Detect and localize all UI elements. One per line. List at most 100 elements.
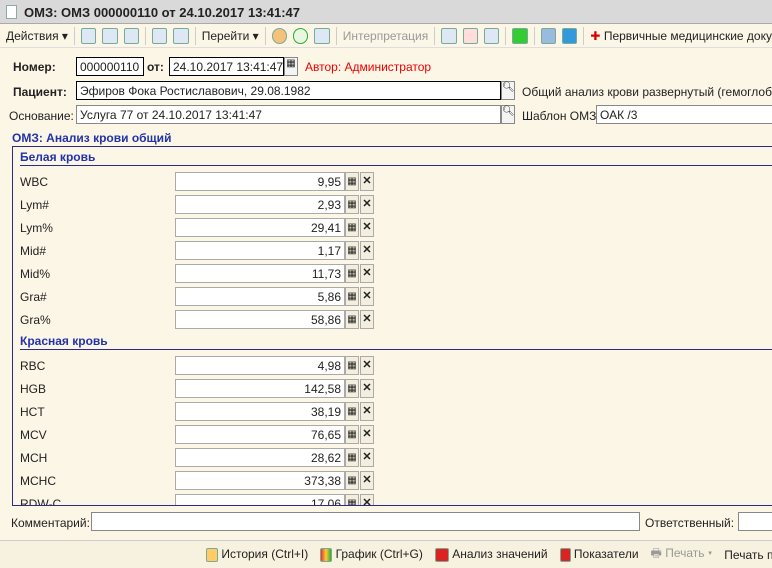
calculator-icon[interactable]: ▦ bbox=[345, 425, 359, 444]
search-icon[interactable]: 🔍︎ bbox=[501, 81, 515, 100]
history-button[interactable]: История (Ctrl+I) bbox=[206, 547, 308, 562]
value-field[interactable]: 1,17 bbox=[175, 241, 345, 260]
value-field[interactable]: 9,95 bbox=[175, 172, 345, 191]
post-icon[interactable] bbox=[152, 28, 167, 44]
window-title: ОМЗ: ОМЗ 000000110 от 24.10.2017 13:41:4… bbox=[0, 0, 772, 24]
clear-icon[interactable]: ✕ bbox=[360, 425, 374, 444]
value-field[interactable]: 2,93 bbox=[175, 195, 345, 214]
section-title: ОМЗ: Анализ крови общий bbox=[12, 131, 171, 145]
calculator-icon[interactable]: ▦ bbox=[345, 287, 359, 306]
value-field[interactable]: 5,86 bbox=[175, 287, 345, 306]
indicator-name: MCHC bbox=[20, 474, 56, 488]
clear-icon[interactable]: ✕ bbox=[360, 448, 374, 467]
back-icon[interactable] bbox=[81, 28, 96, 44]
calculator-icon[interactable]: ▦ bbox=[345, 172, 359, 191]
number-field[interactable]: 000000110 bbox=[76, 57, 144, 76]
refresh-icon[interactable] bbox=[102, 28, 117, 44]
result-row: Mid# 1,17▦✕ bbox=[13, 241, 772, 261]
clear-icon[interactable]: ✕ bbox=[360, 494, 374, 506]
responsible-field[interactable] bbox=[738, 512, 772, 531]
actions-menu[interactable]: Действия ▾ bbox=[6, 29, 68, 43]
value-field[interactable]: 17,06 bbox=[175, 494, 345, 506]
patient-field[interactable]: Эфиров Фока Ростиславович, 29.08.1982 bbox=[76, 81, 501, 100]
document-icon bbox=[6, 5, 17, 19]
goto-menu[interactable]: Перейти ▾ bbox=[202, 29, 259, 43]
value-field[interactable]: 38,19 bbox=[175, 402, 345, 421]
value-field[interactable]: 373,38 bbox=[175, 471, 345, 490]
indicator-name: Mid# bbox=[20, 244, 46, 258]
print-default-button[interactable]: Печать по ум bbox=[724, 548, 772, 562]
calculator-icon[interactable]: ▦ bbox=[345, 218, 359, 237]
grid-icon[interactable] bbox=[541, 28, 556, 44]
calculator-icon[interactable]: ▦ bbox=[345, 448, 359, 467]
separator bbox=[583, 27, 584, 45]
result-row: Lym% 29,41▦✕ bbox=[13, 218, 772, 238]
hourglass-icon[interactable] bbox=[512, 28, 527, 44]
calculator-icon[interactable]: ▦ bbox=[345, 471, 359, 490]
indicator-name: Lym% bbox=[20, 221, 53, 235]
interpretation-button[interactable]: Интерпретация bbox=[343, 29, 429, 43]
add-row-icon[interactable] bbox=[463, 28, 478, 44]
chart-label: График (Ctrl+G) bbox=[336, 547, 423, 561]
save-icon[interactable] bbox=[314, 28, 329, 44]
help-icon[interactable] bbox=[272, 28, 287, 44]
pointer-icon[interactable] bbox=[441, 28, 456, 44]
clear-icon[interactable]: ✕ bbox=[360, 218, 374, 237]
calculator-icon[interactable]: ▦ bbox=[345, 356, 359, 375]
copy-icon[interactable] bbox=[124, 28, 139, 44]
list-icon[interactable] bbox=[484, 28, 499, 44]
calculator-icon[interactable]: ▦ bbox=[345, 264, 359, 283]
analysis-button[interactable]: Анализ значений bbox=[435, 547, 548, 562]
date-field[interactable]: 24.10.2017 13:41:47 bbox=[169, 57, 284, 76]
clear-icon[interactable]: ✕ bbox=[360, 356, 374, 375]
print-menu[interactable]: 🖶︎ Печать ▾ bbox=[651, 544, 713, 565]
value-field[interactable]: 58,86 bbox=[175, 310, 345, 329]
from-label: от: bbox=[147, 60, 164, 74]
analysis-label: Анализ значений bbox=[452, 547, 547, 561]
value-field[interactable]: 142,58 bbox=[175, 379, 345, 398]
value-field[interactable]: 28,62 bbox=[175, 448, 345, 467]
calculator-icon[interactable]: ▦ bbox=[345, 195, 359, 214]
calculator-icon[interactable]: ▦ bbox=[345, 310, 359, 329]
result-row: HCT38,19▦✕ bbox=[13, 402, 772, 422]
calculator-icon[interactable]: ▦ bbox=[345, 241, 359, 260]
indicator-name: Lym# bbox=[20, 198, 49, 212]
calculator-icon[interactable]: ▦ bbox=[345, 379, 359, 398]
indicator-name: Mid% bbox=[20, 267, 50, 281]
value-field[interactable]: 11,73 bbox=[175, 264, 345, 283]
unpost-icon[interactable] bbox=[173, 28, 188, 44]
clear-icon[interactable]: ✕ bbox=[360, 471, 374, 490]
separator bbox=[336, 27, 337, 45]
basis-field[interactable]: Услуга 77 от 24.10.2017 13:41:47 bbox=[76, 105, 501, 124]
chart-icon bbox=[320, 548, 332, 562]
clear-icon[interactable]: ✕ bbox=[360, 241, 374, 260]
number-label: Номер: bbox=[13, 60, 56, 74]
results-panel: Белая кровьWBC9,95▦✕Lym#2,93▦✕Lym%29,41▦… bbox=[12, 146, 772, 506]
clear-icon[interactable]: ✕ bbox=[360, 402, 374, 421]
clear-icon[interactable]: ✕ bbox=[360, 379, 374, 398]
analysis-icon bbox=[435, 548, 449, 562]
comment-field[interactable] bbox=[91, 512, 640, 531]
clear-icon[interactable]: ✕ bbox=[360, 310, 374, 329]
calculator-icon[interactable]: ▦ bbox=[345, 402, 359, 421]
clear-icon[interactable]: ✕ bbox=[360, 287, 374, 306]
calculator-icon[interactable]: ▦ bbox=[345, 494, 359, 506]
primary-docs-button[interactable]: ✚ Первичные медицинские доку bbox=[590, 29, 772, 43]
clear-icon[interactable]: ✕ bbox=[360, 195, 374, 214]
indicators-button[interactable]: Показатели bbox=[560, 547, 639, 562]
clear-icon[interactable]: ✕ bbox=[360, 264, 374, 283]
search-icon[interactable]: 🔍︎ bbox=[501, 105, 515, 124]
template-field[interactable]: ОАК /3 bbox=[596, 105, 772, 124]
clear-icon[interactable]: ✕ bbox=[360, 172, 374, 191]
calendar-icon[interactable]: ▦ bbox=[284, 57, 298, 76]
separator bbox=[505, 27, 506, 45]
patient-label: Пациент: bbox=[13, 85, 67, 99]
chart-button[interactable]: График (Ctrl+G) bbox=[320, 547, 423, 562]
value-field[interactable]: 29,41 bbox=[175, 218, 345, 237]
indicators-icon bbox=[560, 548, 571, 562]
grid-alt-icon[interactable] bbox=[562, 28, 577, 44]
hourglass-icon bbox=[206, 548, 218, 562]
value-field[interactable]: 4,98 bbox=[175, 356, 345, 375]
value-field[interactable]: 76,65 bbox=[175, 425, 345, 444]
question-icon[interactable] bbox=[293, 28, 308, 44]
